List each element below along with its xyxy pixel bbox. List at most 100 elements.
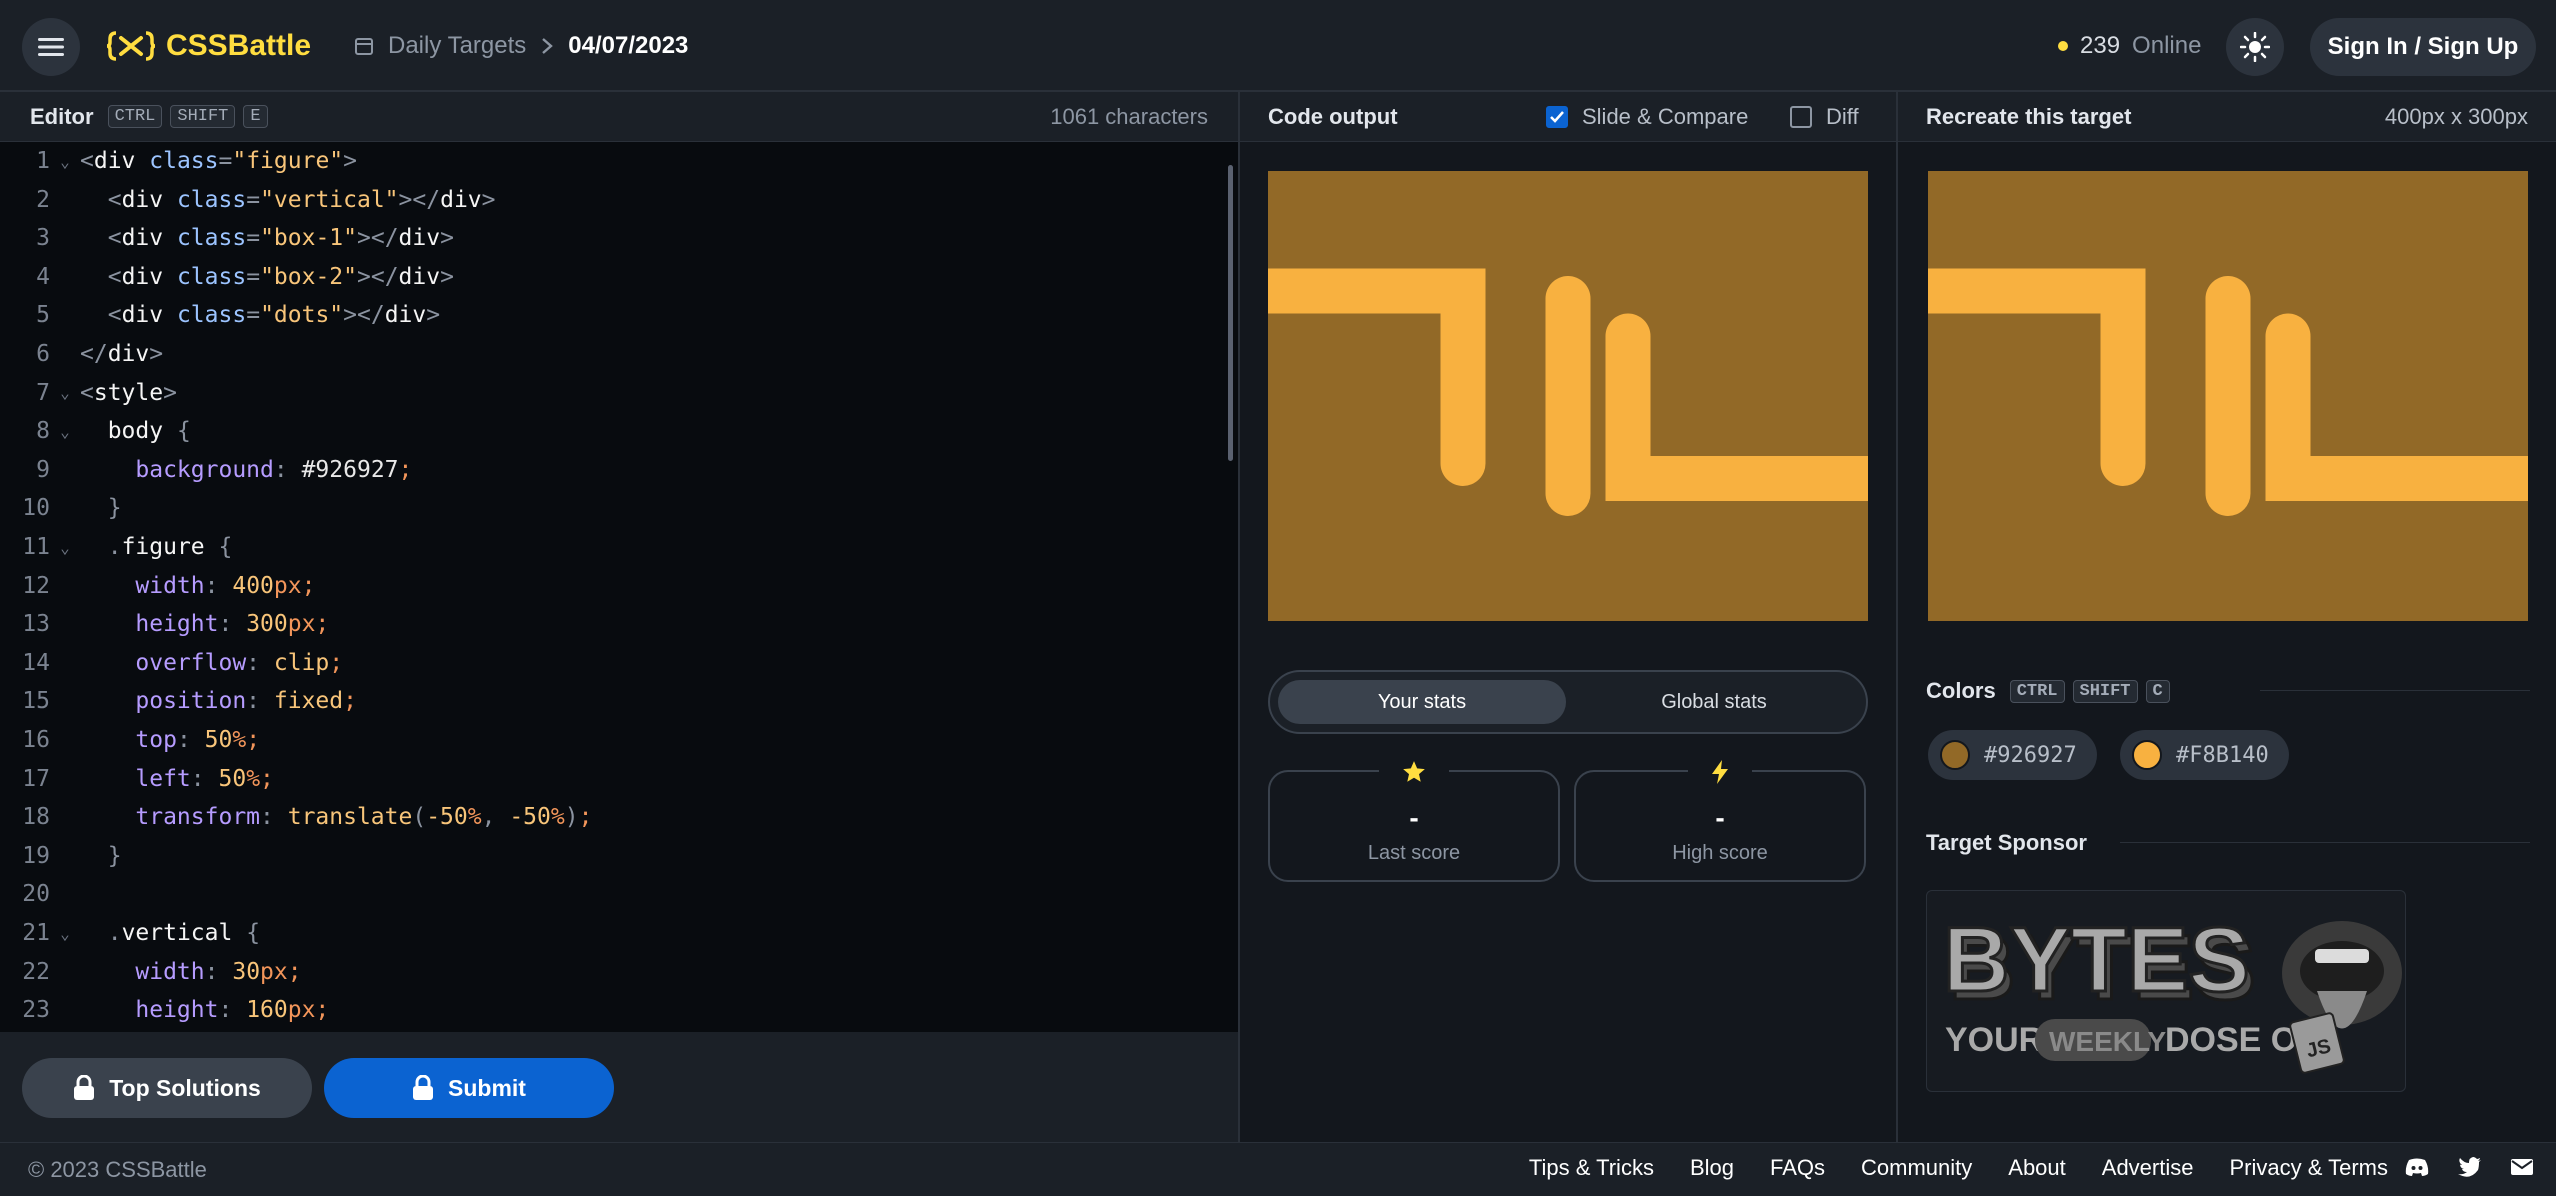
code-line[interactable]: 2 <div class="vertical"></div>: [0, 181, 1220, 219]
code-token: %;: [246, 765, 274, 792]
submit-label: Submit: [448, 1074, 526, 1101]
sponsor-banner[interactable]: BYTES BYTES YOUR WEEKLY DOSE OF JS: [1926, 890, 2406, 1092]
breadcrumb-daily-targets[interactable]: Daily Targets: [388, 32, 526, 60]
shortcut-key-ctrl: CTRL: [107, 105, 163, 128]
code-token: class: [176, 302, 247, 329]
code-token: >: [440, 225, 454, 252]
code-token: :: [246, 688, 274, 715]
calendar-icon: [355, 38, 373, 55]
code-token: -50: [509, 804, 551, 831]
color-swatch[interactable]: #926927: [1928, 730, 2097, 780]
line-number: 23: [22, 997, 50, 1024]
footer-link-about[interactable]: About: [2008, 1155, 2066, 1181]
online-count: 239: [2080, 32, 2121, 59]
code-text: .figure {: [80, 534, 233, 560]
code-token: (: [412, 804, 427, 831]
code-line[interactable]: 3 <div class="box-1"></div>: [0, 219, 1220, 257]
submit-button[interactable]: Submit: [324, 1058, 614, 1118]
code-token: <: [80, 379, 94, 406]
footer-social-icons: [2404, 1157, 2534, 1177]
footer-link-advertise[interactable]: Advertise: [2102, 1155, 2194, 1181]
code-token: 30: [232, 958, 261, 985]
code-line[interactable]: 17 left: 50%;: [0, 760, 1220, 798]
divider: [2260, 690, 2530, 691]
code-token: >: [481, 186, 496, 213]
code-line[interactable]: 14 overflow: clip;: [0, 644, 1220, 682]
code-line[interactable]: 10 }: [0, 489, 1220, 527]
code-line[interactable]: 18 transform: translate(-50%, -50%);: [0, 798, 1220, 836]
code-line[interactable]: 4 <div class="box-2"></div>: [0, 258, 1220, 296]
code-line[interactable]: 7 ⌄ <style>: [0, 374, 1220, 412]
code-line[interactable]: 13 height: 300px;: [0, 605, 1220, 643]
code-line[interactable]: 20: [0, 875, 1220, 913]
code-line[interactable]: 15 position: fixed;: [0, 682, 1220, 720]
code-line[interactable]: 19 }: [0, 837, 1220, 875]
code-token: ;: [329, 649, 344, 676]
code-token: -50: [426, 804, 468, 831]
diff-checkbox[interactable]: [1790, 106, 1812, 128]
footer-link-faqs[interactable]: FAQs: [1770, 1155, 1825, 1181]
fold-chevron-icon[interactable]: ⌄: [50, 924, 80, 943]
menu-button[interactable]: [22, 18, 80, 76]
code-token: div: [93, 148, 150, 174]
code-output-preview[interactable]: [1268, 171, 1868, 621]
diff-toggle[interactable]: Diff: [1790, 104, 1859, 130]
code-line[interactable]: 5 <div class="dots"></div>: [0, 296, 1220, 334]
code-line[interactable]: 8 ⌄ body {: [0, 412, 1220, 450]
slide-compare-toggle[interactable]: Slide & Compare: [1546, 104, 1748, 130]
code-line[interactable]: 22 width: 30px;: [0, 953, 1220, 991]
theme-toggle-button[interactable]: [2226, 18, 2284, 76]
code-token: >: [149, 341, 164, 367]
site-logo[interactable]: CSSBattle: [106, 26, 311, 66]
line-number: 8: [36, 418, 50, 445]
footer-link-blog[interactable]: Blog: [1690, 1155, 1734, 1181]
fold-chevron-icon[interactable]: ⌄: [50, 538, 80, 557]
code-line[interactable]: 16 top: 50%;: [0, 721, 1220, 759]
code-token: {: [246, 920, 261, 946]
code-line[interactable]: 12 width: 400px;: [0, 567, 1220, 605]
code-line[interactable]: 6 </div>: [0, 335, 1220, 373]
mail-icon[interactable]: [2510, 1158, 2534, 1176]
footer-link-privacy[interactable]: Privacy & Terms: [2229, 1155, 2388, 1181]
code-token: <: [107, 186, 122, 213]
code-token: width: [135, 572, 205, 599]
fold-chevron-icon[interactable]: ⌄: [50, 383, 80, 402]
code-editor[interactable]: 1 ⌄ <div class="figure"> 2 <div class="vert…: [0, 142, 1238, 1032]
code-line[interactable]: 11 ⌄ .figure {: [0, 528, 1220, 566]
code-token: ;: [343, 688, 357, 715]
color-dot: [1940, 740, 1970, 770]
line-number: 14: [22, 649, 50, 676]
last-score-value: -: [1409, 802, 1419, 833]
code-line[interactable]: 9 background: #926927;: [0, 451, 1220, 489]
fold-chevron-icon[interactable]: ⌄: [50, 152, 80, 171]
tab-global-stats[interactable]: Global stats: [1570, 680, 1858, 724]
line-number: 15: [22, 688, 50, 715]
color-swatch[interactable]: #F8B140: [2120, 730, 2289, 780]
footer-link-tips[interactable]: Tips & Tricks: [1529, 1155, 1654, 1181]
line-number: 5: [36, 302, 50, 329]
tab-your-stats[interactable]: Your stats: [1278, 680, 1566, 724]
code-line[interactable]: 23 height: 160px;: [0, 991, 1220, 1029]
editor-scrollbar[interactable]: [1228, 165, 1233, 461]
footer-link-community[interactable]: Community: [1861, 1155, 1972, 1181]
signin-signup-button[interactable]: Sign In / Sign Up: [2310, 18, 2536, 76]
code-token: 300: [246, 611, 288, 638]
code-text: <div class="vertical"></div>: [80, 187, 496, 213]
code-line[interactable]: 1 ⌄ <div class="figure">: [0, 142, 1220, 180]
top-solutions-button[interactable]: Top Solutions: [22, 1058, 312, 1118]
code-line[interactable]: 21 ⌄ .vertical {: [0, 914, 1220, 952]
slide-compare-checkbox[interactable]: [1546, 106, 1568, 128]
twitter-icon[interactable]: [2458, 1157, 2482, 1177]
character-count: 1061 characters: [1050, 104, 1208, 129]
fold-chevron-icon[interactable]: ⌄: [50, 422, 80, 441]
code-token: ;: [398, 456, 413, 483]
code-token: "box-1": [260, 225, 357, 252]
code-token: :: [218, 997, 247, 1024]
discord-icon[interactable]: [2404, 1157, 2430, 1177]
code-token: =: [246, 186, 261, 213]
